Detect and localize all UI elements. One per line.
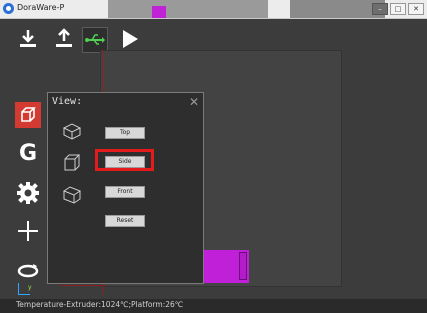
axis-label: y — [28, 284, 32, 291]
axis-indicator-x — [18, 294, 30, 295]
dialog-close-icon[interactable]: ✕ — [189, 95, 199, 109]
rotate-icon[interactable] — [15, 258, 41, 284]
close-button[interactable]: ✕ — [408, 3, 424, 15]
axis-line-horizontal — [60, 285, 105, 286]
top-view-button[interactable]: Top — [105, 127, 145, 139]
top-view-cube-icon — [62, 121, 82, 141]
reset-view-button[interactable]: Reset — [105, 215, 145, 227]
view-dialog: View: ✕ Top Side Front Reset — [47, 92, 204, 284]
maximize-button[interactable]: □ — [390, 3, 406, 15]
title-bar: DoraWare-P – □ ✕ — [0, 0, 427, 19]
import-icon[interactable] — [16, 27, 40, 51]
settings-gear-icon[interactable] — [15, 180, 41, 206]
taskbar-thumbnail-2 — [290, 0, 385, 18]
taskbar-thumbnail — [108, 0, 268, 18]
dialog-title: View: — [52, 96, 83, 107]
export-icon[interactable] — [52, 27, 76, 51]
app-logo-icon — [3, 3, 14, 14]
front-view-button[interactable]: Front — [105, 186, 145, 198]
status-bar: Temperature-Extruder:1024℃;Platform:26℃ — [0, 299, 427, 313]
window-title: DoraWare-P — [17, 3, 65, 12]
play-icon[interactable] — [118, 27, 142, 51]
side-view-cube-icon — [62, 153, 82, 173]
front-view-cube-icon — [62, 185, 82, 205]
model-object-detail — [239, 252, 247, 280]
g-letter-icon[interactable]: G — [15, 141, 41, 167]
view-cube-icon[interactable] — [15, 102, 41, 128]
add-plus-icon[interactable] — [15, 218, 41, 244]
minimize-button[interactable]: – — [372, 3, 388, 15]
status-text: Temperature-Extruder:1024℃;Platform:26℃ — [16, 300, 184, 309]
side-button-highlight — [95, 149, 154, 171]
